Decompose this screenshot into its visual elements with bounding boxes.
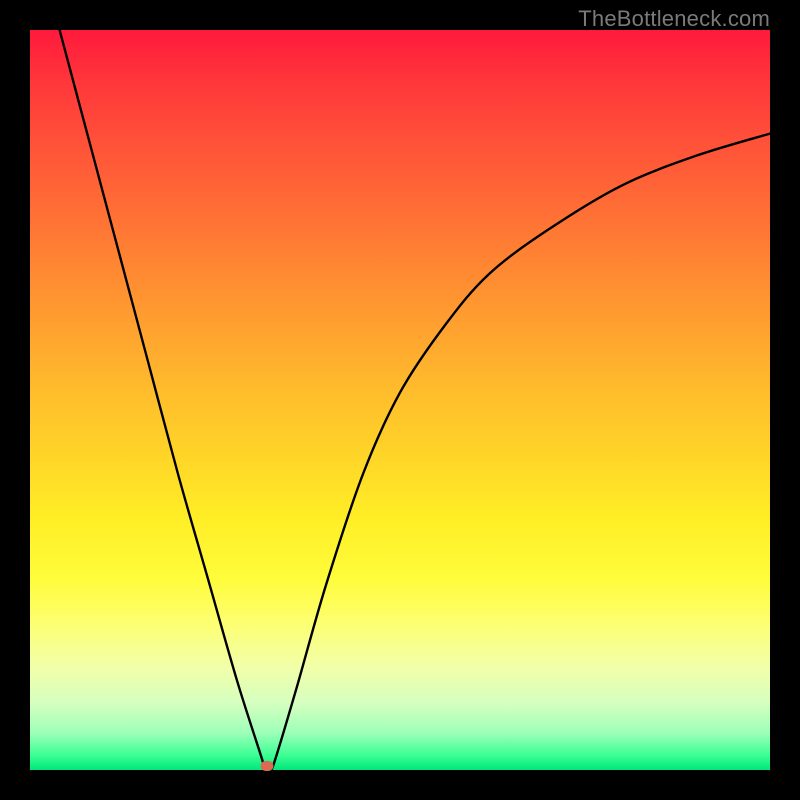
bottleneck-curve [60, 30, 770, 770]
minimum-marker [260, 761, 273, 771]
chart-frame: TheBottleneck.com [0, 0, 800, 800]
plot-area [30, 30, 770, 770]
watermark-label: TheBottleneck.com [578, 6, 770, 32]
curve-svg [30, 30, 770, 770]
